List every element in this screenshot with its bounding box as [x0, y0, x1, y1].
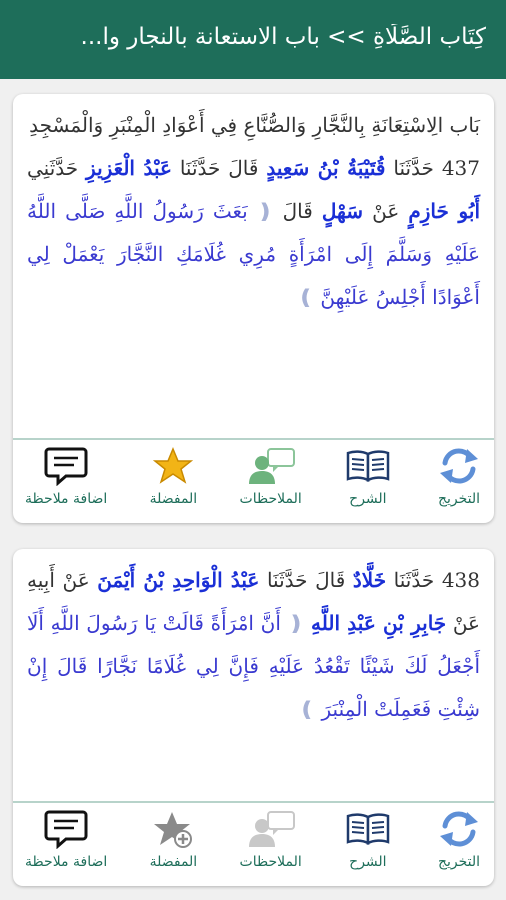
favorite-label: المفضلة	[149, 854, 198, 870]
favorite-label: المفضلة	[149, 491, 198, 507]
narrator-name[interactable]: قُتَيْبَةُ بْنُ سَعِيدٍ	[266, 156, 385, 180]
narrator-name[interactable]: أَبُو حَازِمٍ	[408, 199, 480, 223]
notes-button[interactable]: الملاحظات	[240, 803, 302, 886]
favorite-button[interactable]: المفضلة	[148, 803, 198, 886]
narration-text: حَدَّثَنَا	[393, 156, 434, 180]
sharh-label: الشرح	[349, 854, 387, 870]
add-note-label: اضافة ملاحظة	[25, 491, 108, 507]
open-book-icon	[343, 808, 393, 850]
takhrij-label: التخريج	[437, 491, 481, 507]
page-title: كِتَاب الصَّلَاةِ >> باب الاستعانة بالنج…	[80, 23, 486, 50]
star-icon	[148, 445, 198, 487]
hadith-card: بَاب الِاسْتِعَانَةِ بِالنَّجَّارِ وَالص…	[13, 94, 494, 523]
action-bar: التخريج الشرح الملاحظات المفضلة اضافة مل…	[13, 438, 494, 523]
open-bracket: ❪	[256, 199, 274, 223]
add-note-button[interactable]: اضافة ملاحظة	[25, 803, 107, 886]
hadith-text: بَاب الِاسْتِعَانَةِ بِالنَّجَّارِ وَالص…	[13, 94, 494, 319]
narrator-name[interactable]: سَهْلٍ	[322, 199, 363, 223]
narration-text: حَدَّثَنَا	[393, 568, 435, 592]
user-chat-icon	[246, 445, 296, 487]
notes-label: الملاحظات	[239, 854, 302, 870]
narrator-name[interactable]: عَبْدُ الْعَزِيزِ	[86, 156, 172, 180]
hadith-text: 438 حَدَّثَنَا خَلَّادٌ قَالَ حَدَّثَنَا…	[13, 549, 494, 731]
narrator-name[interactable]: خَلَّادٌ	[353, 568, 386, 592]
sharh-label: الشرح	[349, 491, 387, 507]
hadith-card: 438 حَدَّثَنَا خَلَّادٌ قَالَ حَدَّثَنَا…	[13, 549, 494, 886]
action-bar: التخريج الشرح الملاحظات المفضلة اضافة مل…	[13, 801, 494, 886]
narration-text: قَالَ حَدَّثَنَا	[179, 156, 259, 180]
speech-bubble-icon	[41, 445, 91, 487]
hadith-number: 438	[441, 568, 481, 592]
narration-text: حَدَّثَنِي	[27, 156, 79, 180]
hadith-number: 437	[441, 156, 480, 180]
add-note-label: اضافة ملاحظة	[25, 854, 108, 870]
notes-button[interactable]: الملاحظات	[240, 440, 302, 523]
star-plus-icon	[148, 808, 198, 850]
app-header: كِتَاب الصَّلَاةِ >> باب الاستعانة بالنج…	[0, 0, 506, 79]
speech-bubble-icon	[41, 808, 91, 850]
takhrij-button[interactable]: التخريج	[434, 440, 484, 523]
open-bracket: ❪	[287, 611, 305, 635]
sharh-button[interactable]: الشرح	[343, 440, 393, 523]
sharh-button[interactable]: الشرح	[343, 803, 393, 886]
add-note-button[interactable]: اضافة ملاحظة	[25, 440, 107, 523]
refresh-icon	[434, 808, 484, 850]
narration-text: قَالَ	[282, 199, 313, 223]
open-book-icon	[343, 445, 393, 487]
narrator-name[interactable]: عَبْدُ الْوَاحِدِ بْنُ أَيْمَنَ	[97, 568, 259, 592]
narration-text: عَنْ	[372, 199, 400, 223]
narration-text: قَالَ حَدَّثَنَا	[266, 568, 346, 592]
close-bracket: ❫	[298, 697, 316, 721]
takhrij-label: التخريج	[437, 854, 481, 870]
chapter-title: بَاب الِاسْتِعَانَةِ بِالنَّجَّارِ وَالص…	[29, 113, 480, 137]
close-bracket: ❫	[297, 285, 314, 309]
refresh-icon	[434, 445, 484, 487]
favorite-button[interactable]: المفضلة	[148, 440, 198, 523]
narrator-name[interactable]: جَابِرِ بْنِ عَبْدِ اللَّهِ	[311, 611, 446, 635]
takhrij-button[interactable]: التخريج	[434, 803, 484, 886]
notes-label: الملاحظات	[239, 491, 302, 507]
user-chat-icon	[246, 808, 296, 850]
